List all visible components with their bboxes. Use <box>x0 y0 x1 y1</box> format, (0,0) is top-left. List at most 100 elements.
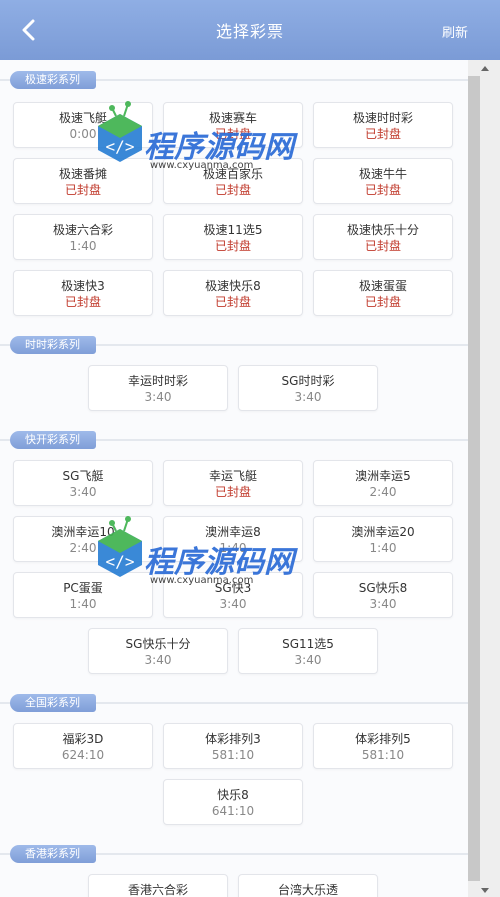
lottery-card[interactable]: SG快乐8 3:40 <box>313 572 453 618</box>
lottery-name: 极速番摊 <box>58 167 107 181</box>
lottery-name: 快乐8 <box>217 788 249 802</box>
lottery-name: 极速六合彩 <box>52 223 113 237</box>
lottery-card[interactable]: 极速快乐十分 已封盘 <box>313 214 453 260</box>
lottery-card[interactable]: 澳洲幸运20 1:40 <box>313 516 453 562</box>
lottery-card[interactable]: 澳洲幸运5 2:40 <box>313 460 453 506</box>
lottery-status: 624:10 <box>61 748 105 762</box>
lottery-name: 福彩3D <box>62 732 104 746</box>
page-title: 选择彩票 <box>215 22 284 41</box>
lottery-name: 澳洲幸运8 <box>205 525 261 539</box>
scroll-down-arrow-icon[interactable] <box>481 888 489 893</box>
lottery-status: 3:40 <box>144 653 172 667</box>
lottery-status: 3:40 <box>144 390 172 404</box>
lottery-status: 已封盘 <box>214 485 251 499</box>
lottery-card[interactable]: 极速11选5 已封盘 <box>163 214 303 260</box>
lottery-name: SG快乐8 <box>358 581 408 595</box>
lottery-card[interactable]: 极速快乐8 已封盘 <box>163 270 303 316</box>
lottery-name: 极速快3 <box>61 279 105 293</box>
section-label: 快开彩系列 <box>10 431 96 449</box>
lottery-name: PC蛋蛋 <box>63 581 103 595</box>
section-label: 极速彩系列 <box>10 71 96 89</box>
lottery-name: 澳洲幸运10 <box>51 525 115 539</box>
lottery-card[interactable]: SG时时彩 3:40 <box>238 365 378 411</box>
lottery-status: 2:40 <box>369 485 397 499</box>
back-button[interactable] <box>14 14 42 46</box>
lottery-name: 澳洲幸运5 <box>355 469 411 483</box>
lottery-card[interactable]: 极速牛牛 已封盘 <box>313 158 453 204</box>
lottery-card[interactable]: 福彩3D 624:10 <box>13 723 153 769</box>
lottery-status: 1:40 <box>369 541 397 555</box>
refresh-button[interactable]: 刷新 <box>442 22 468 41</box>
lottery-name: 澳洲幸运20 <box>351 525 415 539</box>
section-label: 时时彩系列 <box>10 336 96 354</box>
lottery-status: 已封盘 <box>364 127 401 141</box>
lottery-name: 极速百家乐 <box>202 167 263 181</box>
lottery-name: 极速快乐十分 <box>346 223 419 237</box>
lottery-card[interactable]: SG快乐十分 3:40 <box>88 628 228 674</box>
lottery-name: SG快3 <box>214 581 252 595</box>
lottery-status: 3:40 <box>369 597 397 611</box>
scrollbar-thumb[interactable] <box>468 76 480 881</box>
lottery-card[interactable]: 澳洲幸运10 2:40 <box>13 516 153 562</box>
lottery-card[interactable]: 极速赛车 已封盘 <box>163 102 303 148</box>
lottery-card[interactable]: 极速百家乐 已封盘 <box>163 158 303 204</box>
lottery-card[interactable]: 幸运飞艇 已封盘 <box>163 460 303 506</box>
lottery-status: 3:40 <box>294 653 322 667</box>
lottery-status: 已封盘 <box>64 183 101 197</box>
lottery-card[interactable]: 极速时时彩 已封盘 <box>313 102 453 148</box>
lottery-name: 极速快乐8 <box>205 279 261 293</box>
section-label: 全国彩系列 <box>10 694 96 712</box>
lottery-status: 已封盘 <box>64 295 101 309</box>
lottery-status: 已封盘 <box>364 295 401 309</box>
lottery-name: 幸运飞艇 <box>208 469 257 483</box>
lottery-status: 2:40 <box>69 541 97 555</box>
lottery-name: 极速赛车 <box>208 111 257 125</box>
lottery-status: 3:40 <box>219 597 247 611</box>
lottery-status: 已封盘 <box>214 239 251 253</box>
scrollbar[interactable] <box>468 60 500 897</box>
lottery-card[interactable]: 澳洲幸运8 1:40 <box>163 516 303 562</box>
lottery-list[interactable]: 极速彩系列 时时彩系列 快开彩系列 全国彩系列 香港彩系列 极速飞艇 0:00 极速… <box>0 60 468 897</box>
lottery-card[interactable]: PC蛋蛋 1:40 <box>13 572 153 618</box>
lottery-status: 581:10 <box>361 748 405 762</box>
lottery-status: 已封盘 <box>214 183 251 197</box>
lottery-status: 已封盘 <box>364 183 401 197</box>
lottery-name: SG11选5 <box>282 637 334 651</box>
lottery-name: 台湾大乐透 <box>277 883 338 897</box>
lottery-name: 极速时时彩 <box>352 111 413 125</box>
lottery-name: 体彩排列3 <box>205 732 261 746</box>
lottery-card[interactable]: 香港六合彩 <box>88 874 228 897</box>
lottery-status: 已封盘 <box>364 239 401 253</box>
lottery-name: SG时时彩 <box>281 374 335 388</box>
lottery-name: 体彩排列5 <box>355 732 411 746</box>
lottery-status: 3:40 <box>294 390 322 404</box>
lottery-card[interactable]: 台湾大乐透 <box>238 874 378 897</box>
lottery-name: 香港六合彩 <box>127 883 188 897</box>
lottery-card[interactable]: 极速快3 已封盘 <box>13 270 153 316</box>
lottery-name: 极速11选5 <box>203 223 263 237</box>
lottery-status: 已封盘 <box>214 295 251 309</box>
scroll-up-arrow-icon[interactable] <box>481 66 489 71</box>
lottery-card[interactable]: 极速飞艇 0:00 <box>13 102 153 148</box>
lottery-card[interactable]: SG快3 3:40 <box>163 572 303 618</box>
lottery-name: 幸运时时彩 <box>127 374 188 388</box>
lottery-card[interactable]: 体彩排列3 581:10 <box>163 723 303 769</box>
lottery-status: 0:00 <box>69 127 97 141</box>
lottery-card[interactable]: 极速蛋蛋 已封盘 <box>313 270 453 316</box>
lottery-name: 极速飞艇 <box>58 111 107 125</box>
lottery-card[interactable]: 快乐8 641:10 <box>163 779 303 825</box>
lottery-status: 581:10 <box>211 748 255 762</box>
lottery-status: 1:40 <box>219 541 247 555</box>
header-bar: 选择彩票 刷新 <box>0 0 500 60</box>
lottery-card[interactable]: 极速六合彩 1:40 <box>13 214 153 260</box>
chevron-left-icon <box>22 19 35 41</box>
lottery-status: 已封盘 <box>214 127 251 141</box>
lottery-card[interactable]: 幸运时时彩 3:40 <box>88 365 228 411</box>
lottery-card[interactable]: SG11选5 3:40 <box>238 628 378 674</box>
lottery-status: 1:40 <box>69 597 97 611</box>
lottery-card[interactable]: 极速番摊 已封盘 <box>13 158 153 204</box>
lottery-card[interactable]: 体彩排列5 581:10 <box>313 723 453 769</box>
lottery-card[interactable]: SG飞艇 3:40 <box>13 460 153 506</box>
section-label: 香港彩系列 <box>10 845 96 863</box>
lottery-status: 1:40 <box>69 239 97 253</box>
